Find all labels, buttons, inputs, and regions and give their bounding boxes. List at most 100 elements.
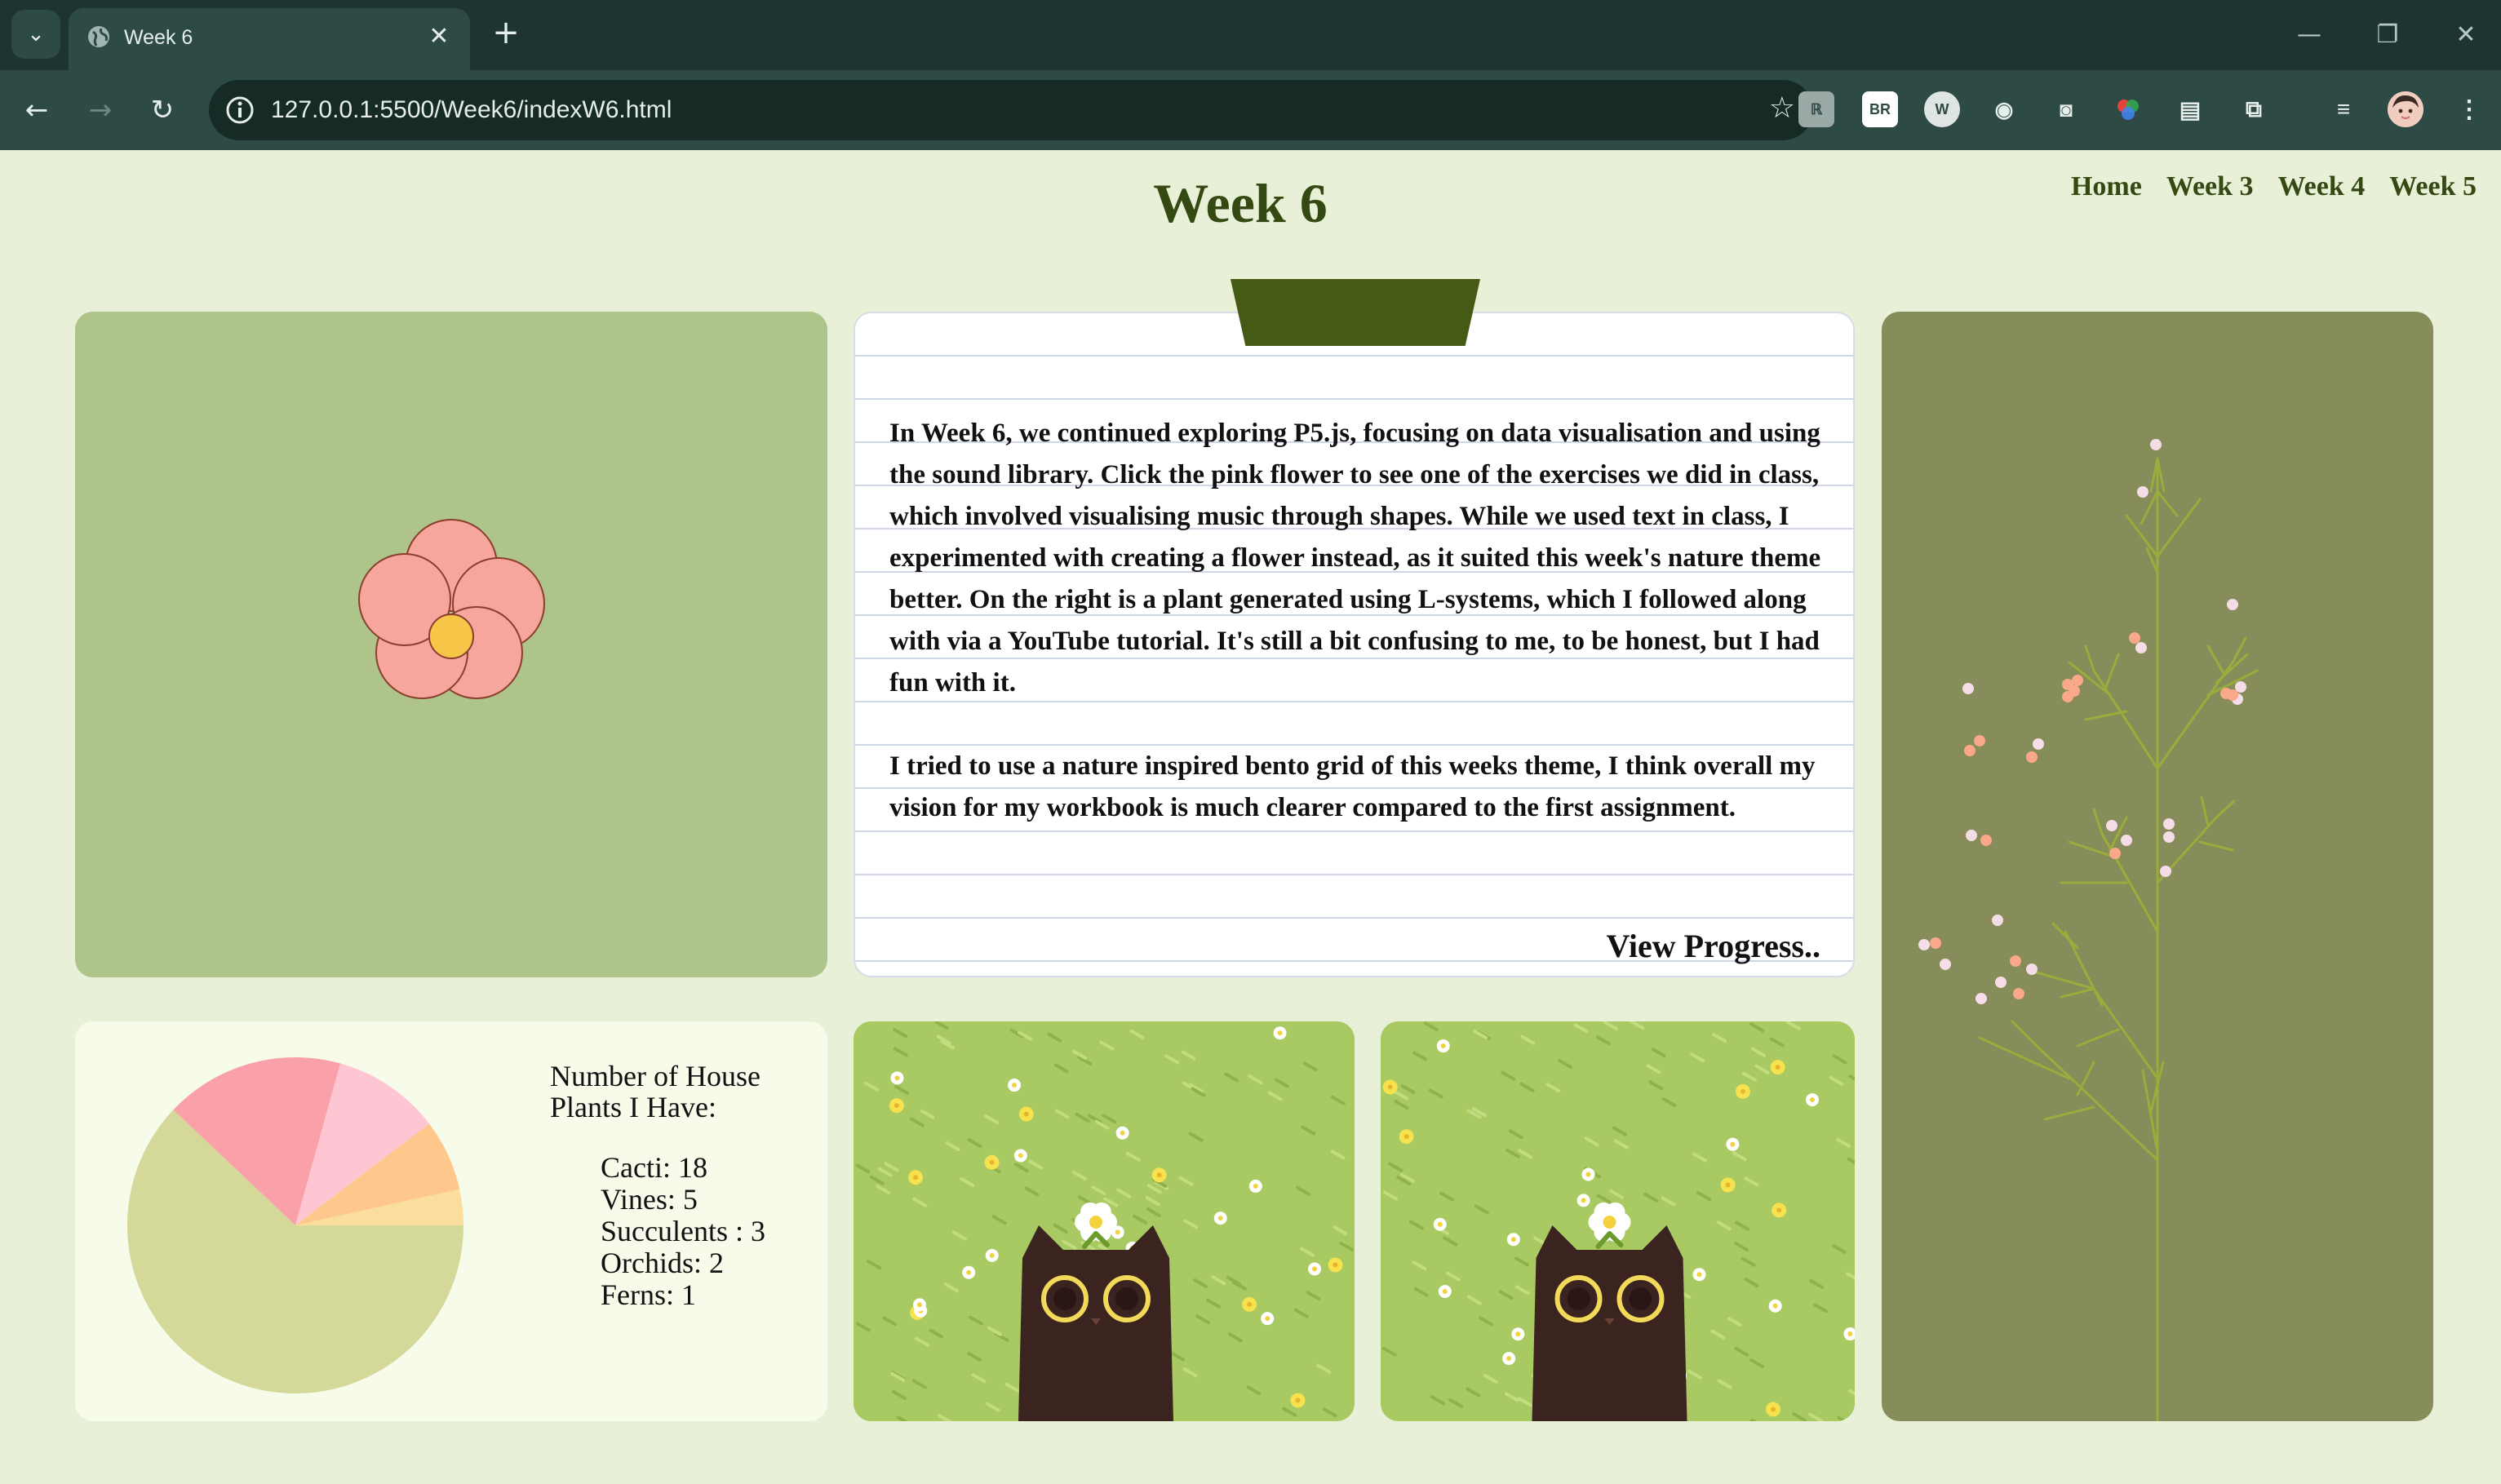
meadow-flower-center — [989, 1159, 995, 1165]
meadow-flower-center — [1440, 1043, 1446, 1049]
meadow-flower-center — [1585, 1172, 1591, 1177]
meadow-flower-center — [1120, 1130, 1125, 1136]
view-progress-link[interactable]: View Progress.. — [1606, 927, 1820, 965]
meadow-flower-center — [1775, 1065, 1780, 1070]
reload-icon[interactable]: ↻ — [140, 88, 184, 132]
meadow-flower-center — [1730, 1141, 1736, 1147]
meadow-flower-center — [1253, 1183, 1258, 1189]
back-icon[interactable]: ← — [15, 88, 59, 132]
close-window-icon[interactable]: ✕ — [2441, 11, 2490, 57]
meadow-flower-center — [1772, 1303, 1778, 1309]
cat-left-pupil — [1053, 1287, 1076, 1310]
minimize-icon[interactable]: — — [2285, 11, 2334, 57]
extensions-puzzle-icon[interactable]: ⧉ — [2236, 91, 2272, 127]
plant-count-cacti: Cacti: 18 — [601, 1151, 707, 1184]
meadow-flower-center — [1018, 1153, 1023, 1158]
cat-in-meadow-image — [854, 1021, 1355, 1421]
close-tab-icon[interactable]: ✕ — [421, 18, 457, 54]
plant-count-succulents: Succulents : 3 — [601, 1215, 765, 1247]
chart-heading-text: Number of House Plants I Have: — [550, 1060, 760, 1123]
tab-search-icon[interactable]: ⌄ — [11, 10, 60, 59]
tab-title: Week 6 — [124, 26, 193, 49]
meadow-flower-center — [1510, 1237, 1516, 1243]
meadow-flower-center — [1023, 1111, 1029, 1117]
meadow-flower-center — [1740, 1088, 1745, 1094]
page-content: Week 6 Home Week 3 Week 4 Week 5 In Week… — [0, 150, 2501, 1484]
cat-left-pupil — [1567, 1287, 1590, 1310]
globe-icon — [88, 26, 109, 47]
house-plants-pie-chart — [127, 1057, 464, 1393]
meadow-flower-center — [1696, 1272, 1702, 1278]
nav-week-4[interactable]: Week 4 — [2278, 171, 2366, 202]
meadow-flower-center — [1312, 1266, 1318, 1272]
meadow-flower-center — [1403, 1134, 1409, 1140]
meadow-flower-center — [1442, 1288, 1448, 1294]
meadow-flower-center — [1156, 1172, 1162, 1178]
house-plants-card: Number of House Plants I Have: Cacti: 18… — [75, 1021, 827, 1421]
meadow-flower-center — [1515, 1331, 1521, 1337]
extension-icon[interactable]: ℝ — [1798, 91, 1834, 127]
meadow-flower-center — [1725, 1182, 1731, 1188]
browser-tab[interactable]: Week 6 ✕ — [69, 8, 470, 70]
page-title: Week 6 — [1153, 172, 1328, 234]
meadow-flower-center — [966, 1269, 972, 1275]
plant-count-vines: Vines: 5 — [601, 1183, 698, 1216]
color-extension-icon[interactable] — [2110, 91, 2146, 127]
address-bar[interactable]: 127.0.0.1:5500/Week6/indexW6.html ☆ — [209, 80, 1813, 140]
browser-menu-icon[interactable]: ⋮ — [2451, 91, 2487, 127]
cat-head-flower-center — [1603, 1216, 1616, 1229]
meadow-flower-center — [913, 1175, 919, 1181]
cat-in-meadow-image — [1381, 1021, 1855, 1421]
notebook-paragraph-2: I tried to use a nature inspired bento g… — [889, 751, 1816, 822]
meadow-flower-center — [1115, 1229, 1120, 1235]
nav-week-3[interactable]: Week 3 — [2166, 171, 2254, 202]
cat-head-flower-center — [1089, 1216, 1102, 1229]
meadow-flower-center — [1012, 1083, 1018, 1088]
document-extension-icon[interactable]: ▤ — [2172, 91, 2208, 127]
cat-right-pupil — [1629, 1287, 1652, 1310]
chart-heading: Number of House Plants I Have: — [550, 1061, 803, 1123]
nav-home[interactable]: Home — [2071, 171, 2142, 202]
camera-extension-icon[interactable]: ◙ — [2048, 91, 2084, 127]
profile-avatar[interactable] — [2388, 91, 2423, 127]
meadow-flower-center — [1247, 1301, 1253, 1307]
meadow-flower-center — [916, 1302, 922, 1308]
plant-count-list: Cacti: 18 Vines: 5 Succulents : 3 Orchid… — [601, 1152, 765, 1311]
meadow-flower-center — [1333, 1262, 1338, 1268]
meadow-flower-center — [894, 1103, 899, 1109]
extension-br-icon[interactable]: BR — [1862, 91, 1898, 127]
browser-tab-bar: ⌄ Week 6 ✕ + — ❐ ✕ — [0, 0, 2501, 70]
cat-image-1 — [854, 1021, 1355, 1421]
url-text: 127.0.0.1:5500/Week6/indexW6.html — [271, 96, 672, 123]
meadow-flower-center — [1581, 1198, 1586, 1203]
meadow-flower-center — [1217, 1216, 1223, 1221]
meadow-flower-center — [1387, 1084, 1393, 1090]
new-tab-button[interactable]: + — [486, 13, 525, 52]
meadow-flower-center — [1847, 1331, 1853, 1337]
notebook-card: In Week 6, we continued exploring P5.js,… — [854, 279, 1855, 977]
eye-extension-icon[interactable]: ◉ — [1986, 91, 2022, 127]
plant-illustration — [1918, 439, 2259, 1421]
meadow-flower-center — [1295, 1398, 1301, 1403]
extension-w-icon[interactable]: W — [1924, 91, 1960, 127]
meadow-flower-center — [1506, 1356, 1512, 1362]
bookmark-star-icon[interactable]: ☆ — [1769, 91, 1795, 125]
notebook-text: In Week 6, we continued exploring P5.js,… — [889, 413, 1828, 829]
media-control-icon[interactable]: ≡ — [2326, 91, 2361, 127]
cat-image-2 — [1381, 1021, 1855, 1421]
cat-right-pupil — [1115, 1287, 1138, 1310]
meadow-flower-center — [1809, 1097, 1815, 1103]
site-info-icon[interactable] — [224, 94, 256, 126]
l-system-plant-card — [1882, 312, 2433, 1421]
meadow-flower-center — [1776, 1207, 1782, 1213]
pink-flower-icon[interactable] — [75, 312, 827, 977]
meadow-flower-center — [1437, 1221, 1443, 1227]
flower-card — [75, 312, 827, 977]
meadow-flower-center — [1277, 1030, 1283, 1036]
forward-icon[interactable]: → — [78, 88, 122, 132]
nav-week-5[interactable]: Week 5 — [2389, 171, 2477, 202]
meadow-flower-center — [989, 1252, 995, 1258]
meadow-flower-center — [1770, 1406, 1776, 1412]
browser-toolbar: ← → ↻ 127.0.0.1:5500/Week6/indexW6.html … — [0, 70, 2501, 150]
restore-icon[interactable]: ❐ — [2363, 11, 2412, 57]
